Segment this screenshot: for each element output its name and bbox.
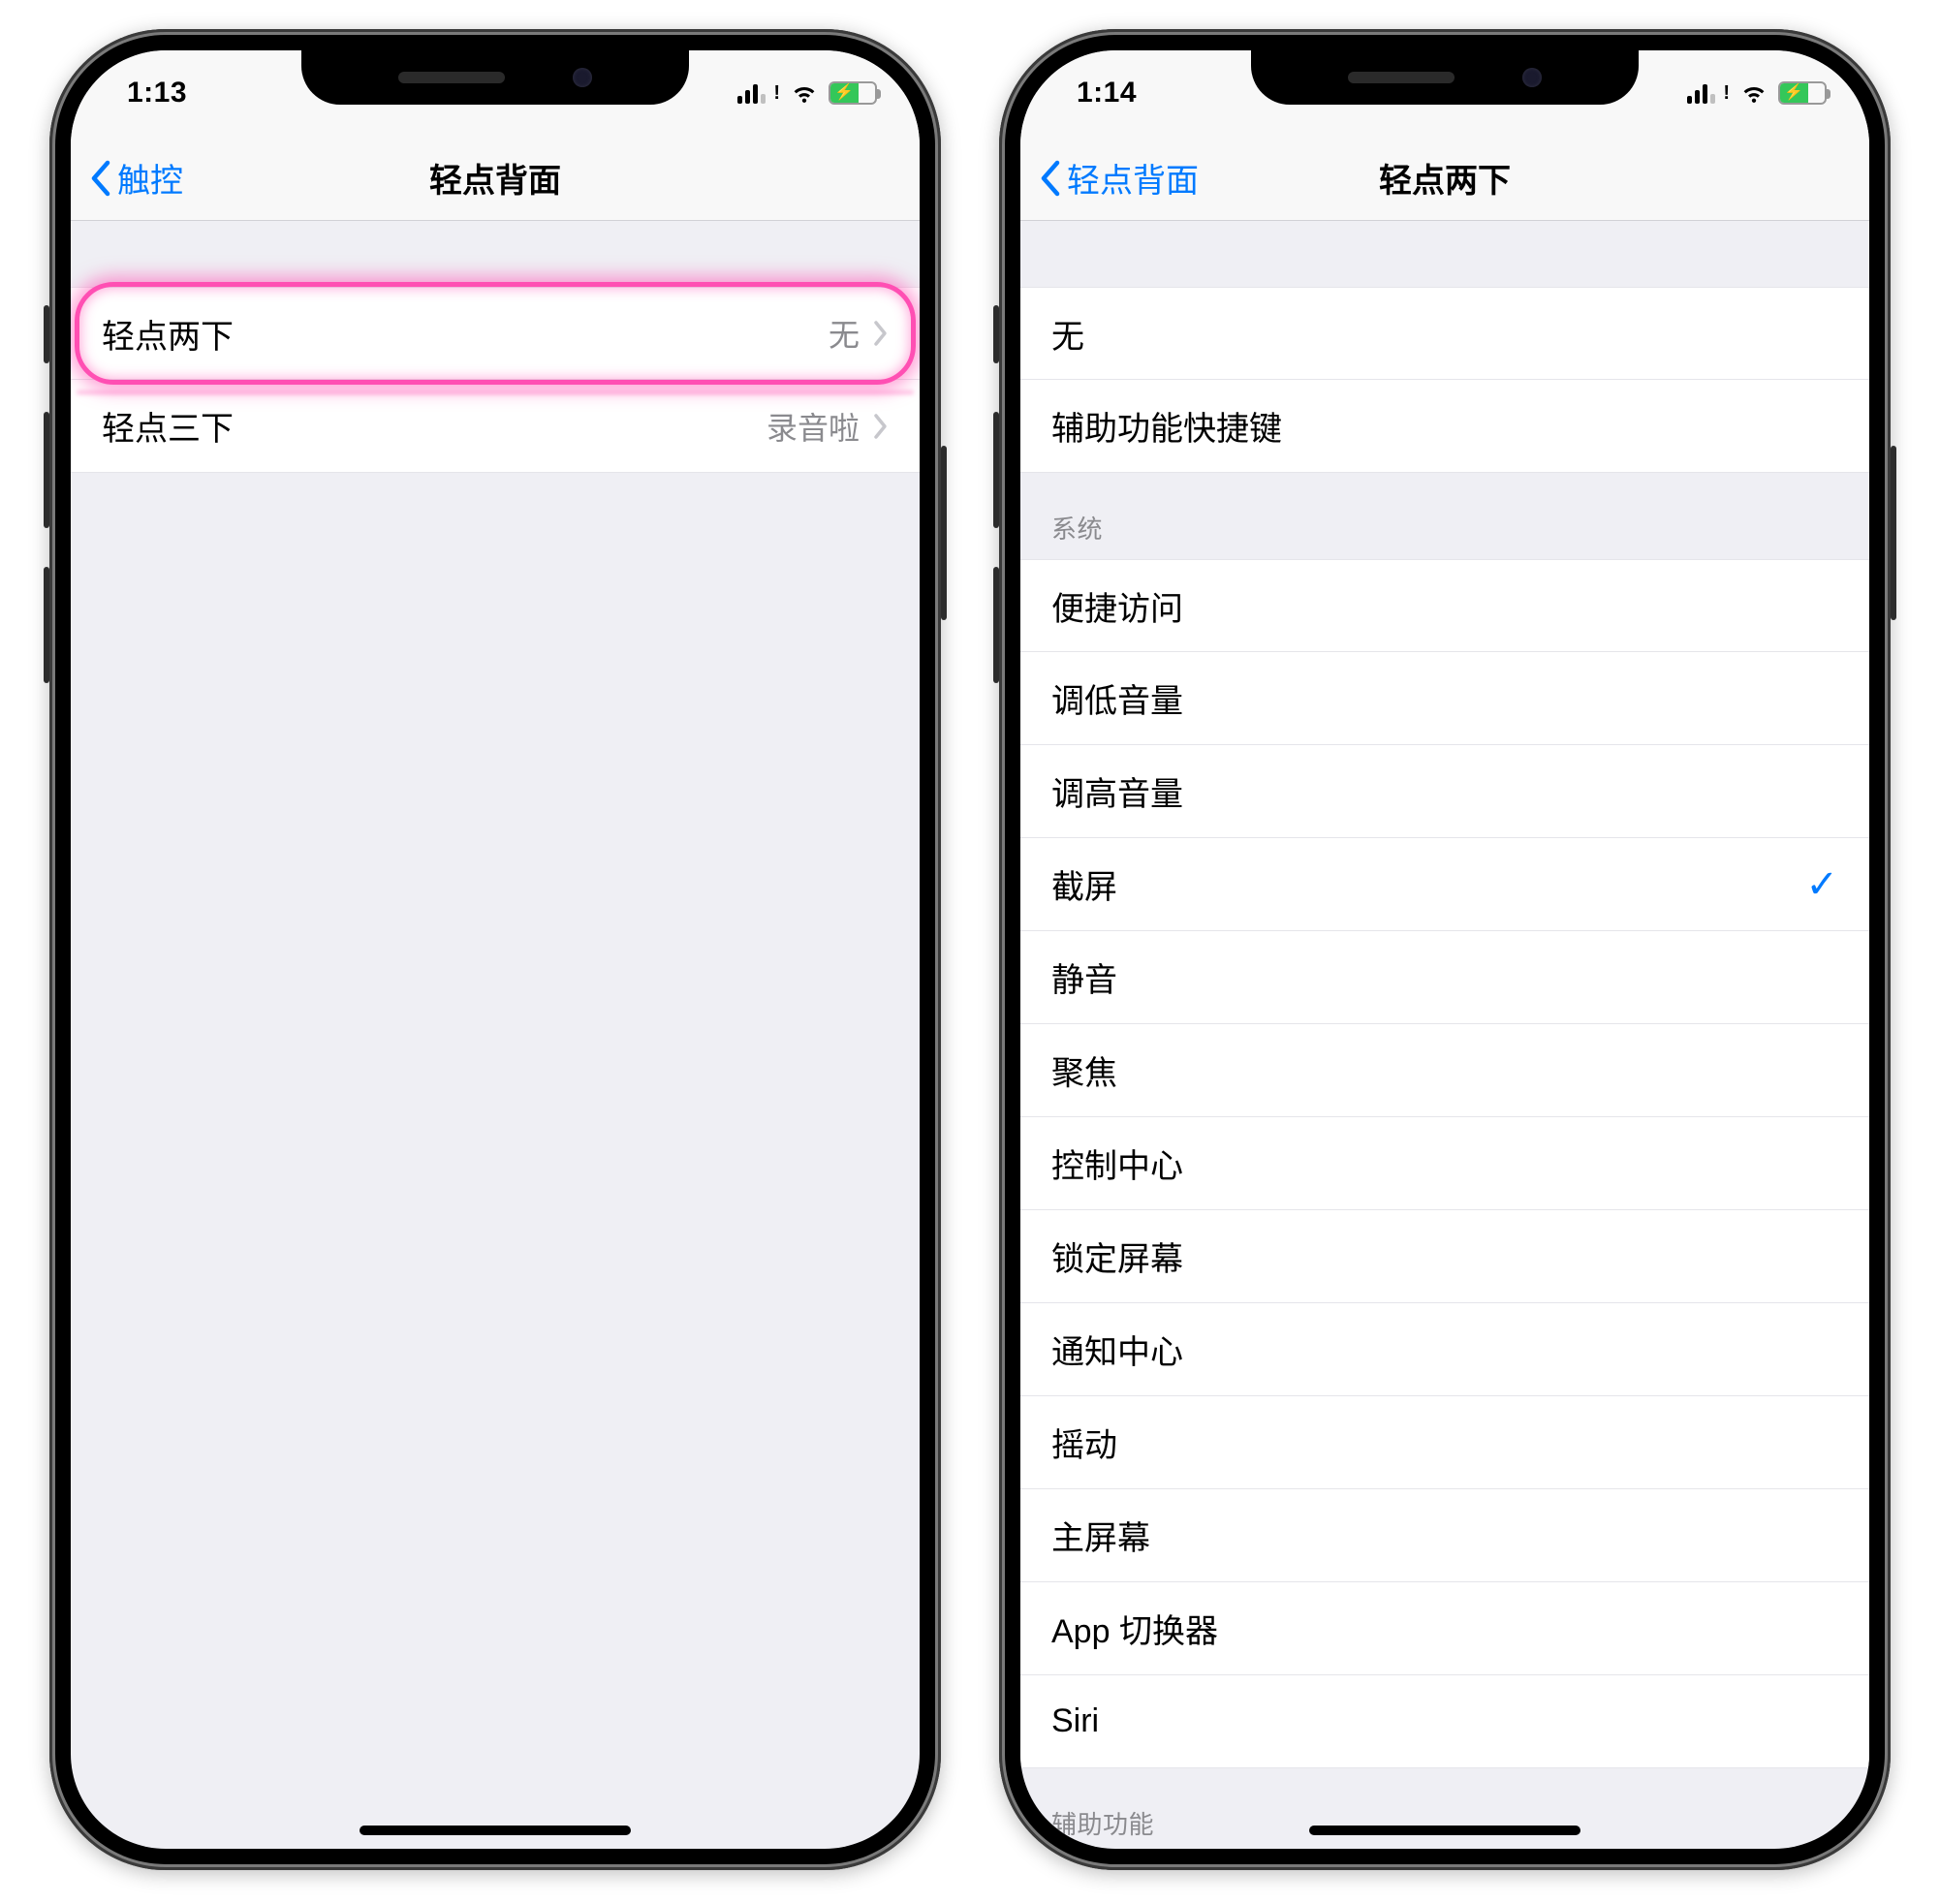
wifi-icon	[1739, 82, 1768, 104]
option-system-11[interactable]: App 切换器	[1020, 1582, 1869, 1675]
section-header-accessibility: 辅助功能	[1020, 1768, 1869, 1849]
nav-bar: 轻点背面 轻点两下	[1020, 136, 1869, 221]
row-label: 调低音量	[1051, 674, 1183, 722]
option-none[interactable]: 无	[1020, 287, 1869, 380]
option-system-1[interactable]: 调低音量	[1020, 652, 1869, 745]
option-system-10[interactable]: 主屏幕	[1020, 1489, 1869, 1582]
row-label: 聚焦	[1051, 1046, 1117, 1094]
option-system-4[interactable]: 静音	[1020, 931, 1869, 1024]
chevron-left-icon	[88, 160, 111, 197]
section-header-system: 系统	[1020, 473, 1869, 559]
status-icons: ! ⚡	[737, 81, 877, 105]
status-time: 1:13	[127, 77, 187, 109]
speaker-grille	[398, 72, 505, 83]
back-button[interactable]: 触控	[88, 136, 183, 220]
back-button[interactable]: 轻点背面	[1038, 136, 1199, 220]
cellular-signal-icon	[1687, 82, 1715, 104]
row-label: 无	[1051, 310, 1084, 358]
mute-switch[interactable]	[993, 305, 999, 363]
row-label: 辅助功能快捷键	[1051, 402, 1282, 450]
row-label: 轻点两下	[102, 310, 234, 358]
cellular-signal-icon	[737, 82, 766, 104]
chevron-left-icon	[1038, 160, 1061, 197]
option-system-7[interactable]: 锁定屏幕	[1020, 1210, 1869, 1303]
row-label: 调高音量	[1051, 767, 1183, 815]
checkmark-icon: ✓	[1805, 862, 1838, 907]
option-system-3[interactable]: 截屏 ✓	[1020, 838, 1869, 931]
row-label: Siri	[1051, 1702, 1099, 1740]
phone-left: 1:13 ! ⚡ 触控 轻点背面	[49, 29, 941, 1870]
option-accessibility-shortcut[interactable]: 辅助功能快捷键	[1020, 380, 1869, 473]
option-system-6[interactable]: 控制中心	[1020, 1117, 1869, 1210]
phone-right: 1:14 ! ⚡ 轻点背面 轻点两下	[999, 29, 1891, 1870]
signal-alert-icon: !	[773, 82, 780, 105]
system-options-group: 便捷访问调低音量调高音量截屏 ✓ 静音聚焦控制中心锁定屏幕通知中心摇动主屏幕 App …	[1020, 559, 1869, 1768]
notch	[1251, 50, 1639, 105]
content[interactable]: 无 辅助功能快捷键 系统 便捷访问调低音量调高音量截屏 ✓ 静音聚焦控制中心锁定屏幕…	[1020, 221, 1869, 1849]
status-time: 1:14	[1077, 77, 1137, 109]
row-label: 主屏幕	[1051, 1512, 1150, 1559]
row-label: 轻点三下	[102, 402, 234, 450]
chevron-right-icon	[873, 320, 889, 347]
volume-down-button[interactable]	[44, 567, 49, 683]
chevron-right-icon	[873, 413, 889, 440]
back-label: 触控	[117, 154, 183, 202]
page-title: 轻点背面	[429, 154, 561, 202]
screen: 1:13 ! ⚡ 触控 轻点背面	[71, 50, 920, 1849]
content: 轻点两下 无 轻点三下 录音啦	[71, 221, 920, 1849]
mute-switch[interactable]	[44, 305, 49, 363]
status-icons: ! ⚡	[1687, 81, 1827, 105]
speaker-grille	[1348, 72, 1455, 83]
row-value: 录音啦	[767, 404, 860, 449]
row-label: App 切换器	[1051, 1605, 1218, 1652]
signal-alert-icon: !	[1723, 82, 1730, 105]
option-system-12[interactable]: Siri	[1020, 1675, 1869, 1768]
front-camera	[1522, 68, 1542, 87]
row-triple-tap[interactable]: 轻点三下 录音啦	[71, 380, 920, 473]
row-label: 锁定屏幕	[1051, 1233, 1183, 1280]
page-title: 轻点两下	[1379, 154, 1511, 202]
battery-charging-icon: ⚡	[829, 81, 877, 105]
front-camera	[573, 68, 592, 87]
row-label: 静音	[1051, 953, 1117, 1001]
row-label: 控制中心	[1051, 1139, 1183, 1187]
option-system-0[interactable]: 便捷访问	[1020, 559, 1869, 652]
option-system-8[interactable]: 通知中心	[1020, 1303, 1869, 1396]
option-system-5[interactable]: 聚焦	[1020, 1024, 1869, 1117]
option-system-9[interactable]: 摇动	[1020, 1396, 1869, 1489]
row-label: 通知中心	[1051, 1326, 1183, 1373]
row-value: 无	[829, 311, 860, 356]
row-label: 摇动	[1051, 1419, 1117, 1466]
volume-up-button[interactable]	[993, 412, 999, 528]
row-label: 截屏	[1051, 860, 1117, 908]
power-button[interactable]	[941, 446, 947, 620]
nav-bar: 触控 轻点背面	[71, 136, 920, 221]
back-tap-options-group: 轻点两下 无 轻点三下 录音啦	[71, 287, 920, 473]
home-indicator[interactable]	[1309, 1826, 1580, 1835]
row-label: 便捷访问	[1051, 582, 1183, 630]
volume-up-button[interactable]	[44, 412, 49, 528]
general-options-group: 无 辅助功能快捷键	[1020, 287, 1869, 473]
home-indicator[interactable]	[360, 1826, 631, 1835]
wifi-icon	[790, 82, 819, 104]
row-double-tap[interactable]: 轻点两下 无	[71, 287, 920, 380]
notch	[301, 50, 689, 105]
screen: 1:14 ! ⚡ 轻点背面 轻点两下	[1020, 50, 1869, 1849]
power-button[interactable]	[1891, 446, 1896, 620]
volume-down-button[interactable]	[993, 567, 999, 683]
back-label: 轻点背面	[1067, 154, 1199, 202]
battery-charging-icon: ⚡	[1778, 81, 1827, 105]
option-system-2[interactable]: 调高音量	[1020, 745, 1869, 838]
